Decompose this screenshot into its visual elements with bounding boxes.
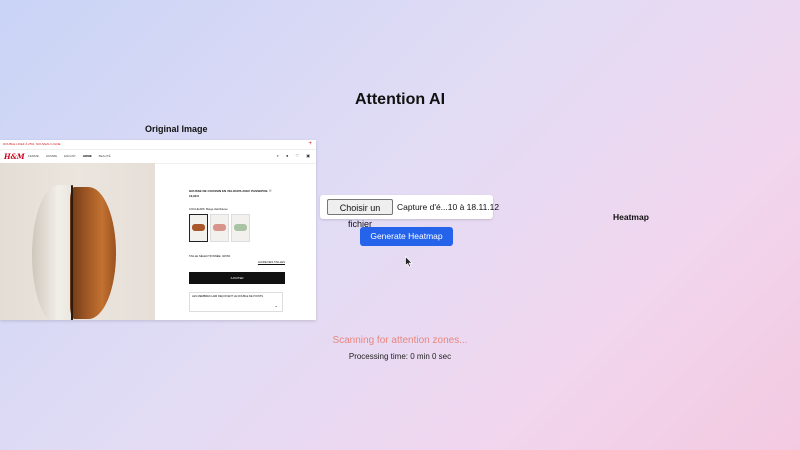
heart-icon: ♡ [295, 153, 300, 158]
nav-items: FEMME HOMME ENFANT HOME BEAUTÉ [28, 154, 117, 158]
swatch [210, 214, 229, 242]
chevron-down-icon: ⌄ [274, 303, 278, 308]
generate-heatmap-button[interactable]: Generate Heatmap [360, 227, 453, 246]
member-box: LES MEMBRES H&M REÇOIVENT LE DOUBLE DE P… [189, 292, 283, 312]
search-icon: ⌕ [276, 153, 279, 158]
file-input: Choisir un fichier Capture d'é...10 à 18… [320, 195, 499, 229]
choose-file-button[interactable]: Choisir un fichier [327, 199, 393, 229]
original-image-label: Original Image [145, 124, 208, 134]
product-name: HOUSSE DE COUSSIN EN VELOURS AVEC PASSEP… [189, 189, 272, 193]
nav-item: HOMME [45, 154, 58, 158]
color-swatches [189, 214, 289, 242]
plus-icon: + [308, 141, 312, 147]
nav-item: BEAUTÉ [98, 154, 111, 158]
member-text: LES MEMBRES H&M REÇOIVENT LE DOUBLE DE P… [192, 295, 264, 298]
swatch [189, 214, 208, 242]
product-details: HOUSSE DE COUSSIN EN VELOURS AVEC PASSEP… [189, 189, 289, 312]
original-image-preview: DOUBLE LIKEZ À 25%, NOUVEAU LIGNE + H&M … [0, 140, 316, 320]
site-nav: H&M FEMME HOMME ENFANT HOME BEAUTÉ ⌕ ● ♡… [0, 150, 316, 164]
product-photo [0, 163, 155, 320]
heart-icon: ♡ [268, 189, 272, 193]
bag-icon: ▣ [306, 153, 310, 158]
color-label: COULEURS: Beige clair/Fauve [189, 207, 228, 211]
app-title: Attention AI [354, 91, 446, 108]
pillow-brown-side [70, 187, 116, 319]
mouse-cursor-icon [405, 256, 413, 268]
nav-item: FEMME [28, 154, 39, 158]
heatmap-label: Heatmap [613, 212, 649, 222]
brand-logo: H&M [4, 152, 25, 161]
size-row: TAILLE SÉLECTIONNÉE: 40X60 GUIDE DES TAI… [189, 254, 289, 264]
nav-icons: ⌕ ● ♡ ▣ [271, 153, 310, 158]
product-price: 12,99 € [189, 194, 200, 198]
size-label: TAILLE SÉLECTIONNÉE: 40X60 [189, 254, 231, 258]
nav-item: HOME [82, 154, 92, 158]
processing-time: Processing time: 0 min 0 sec [348, 352, 452, 361]
swatch [231, 214, 250, 242]
scanning-status: Scanning for attention zones... [332, 335, 468, 346]
promo-banner: DOUBLE LIKEZ À 25%, NOUVEAU LIGNE + [0, 140, 316, 150]
size-guide-link: GUIDE DES TAILLES [257, 260, 285, 264]
nav-item: ENFANT [64, 154, 76, 158]
selected-file-name: Capture d'é...10 à 18.11.12 [397, 202, 500, 212]
user-icon: ● [285, 153, 289, 158]
add-to-cart-button: AJOUTER [189, 272, 285, 284]
promo-text: DOUBLE LIKEZ À 25%, NOUVEAU LIGNE [3, 142, 61, 146]
pillow-seam [71, 185, 73, 320]
